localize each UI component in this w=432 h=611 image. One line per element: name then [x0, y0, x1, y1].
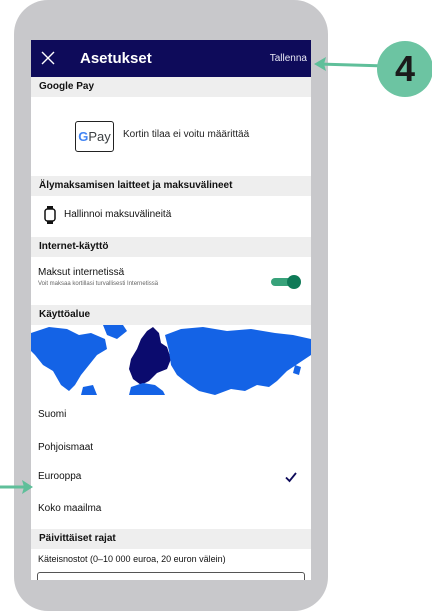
step-badge: 4 [377, 41, 432, 97]
settings-screen: Asetukset Tallenna Google Pay GPay Korti… [31, 40, 311, 580]
checkmark-icon [285, 472, 297, 483]
section-region: Käyttöalue [31, 305, 311, 325]
section-daily-limits: Päivittäiset rajat [31, 529, 311, 549]
save-button[interactable]: Tallenna [270, 53, 307, 64]
cash-withdrawal-slider[interactable] [37, 572, 305, 580]
internet-payments-toggle[interactable] [271, 275, 301, 289]
close-icon[interactable] [40, 50, 56, 66]
manage-payment-methods-label: Hallinnoi maksuvälineitä [64, 209, 172, 220]
region-option-koko-maailma[interactable]: Koko maailma [38, 499, 303, 519]
watch-icon [44, 206, 56, 224]
google-pay-logo: GPay [75, 121, 114, 152]
world-map [31, 325, 311, 395]
internet-payments-label: Maksut internetissä [38, 267, 125, 278]
region-option-suomi[interactable]: Suomi [38, 405, 303, 425]
arrow-right-icon [0, 480, 33, 494]
page-title: Asetukset [80, 50, 152, 67]
section-internet: Internet-käyttö [31, 237, 311, 257]
region-option-pohjoismaat[interactable]: Pohjoismaat [38, 438, 303, 458]
cash-withdrawal-label: Käteisnostot (0–10 000 euroa, 20 euron v… [38, 554, 226, 564]
internet-payments-subtext: Voit maksaa kortillasi turvallisesti Int… [38, 281, 159, 287]
section-google-pay: Google Pay [31, 77, 311, 97]
google-pay-wordmark: Pay [88, 129, 111, 144]
toggle-knob [287, 275, 301, 289]
app-bar: Asetukset Tallenna [31, 40, 311, 77]
section-smart-payment: Älymaksamisen laitteet ja maksuvälineet [31, 176, 311, 196]
region-option-eurooppa[interactable]: Eurooppa [38, 467, 303, 487]
google-g-logo: G [78, 129, 89, 144]
google-pay-status: Kortin tilaa ei voitu määrittää [123, 129, 250, 140]
